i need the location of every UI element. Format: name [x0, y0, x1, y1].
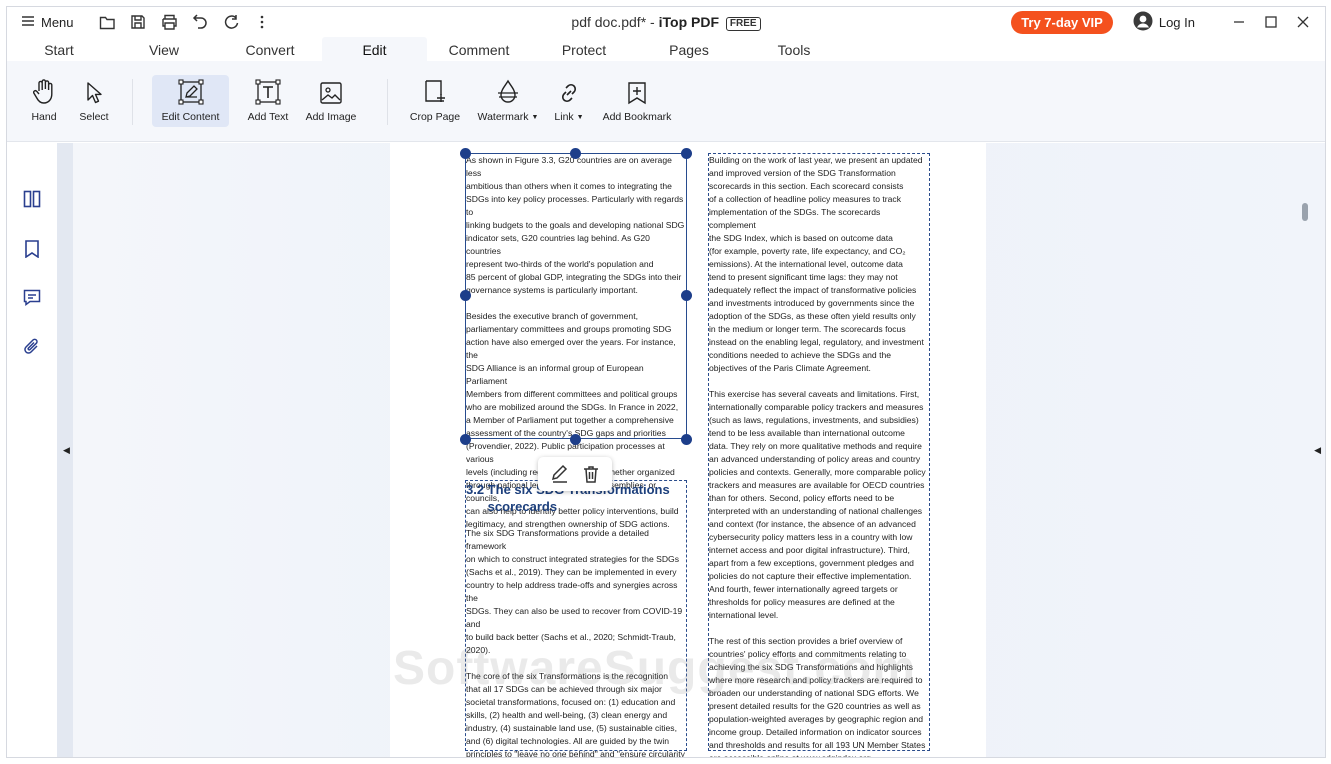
dropdown-caret-icon: ▼ — [576, 114, 584, 121]
add-bookmark-button[interactable]: Add Bookmark — [601, 75, 673, 127]
link-icon — [557, 75, 581, 105]
vertical-scrollbar[interactable] — [1302, 203, 1308, 221]
free-badge: FREE — [725, 17, 761, 31]
edit-ribbon: Hand Select Edit Content Add Text Add Im… — [7, 61, 1325, 142]
watermark-overlay: SoftwareSuggest.com — [393, 642, 917, 695]
resize-handle[interactable] — [460, 434, 471, 445]
attachment-icon[interactable] — [20, 335, 44, 359]
edit-content-icon — [177, 75, 204, 105]
text-block[interactable]: 3.2 The six SDG Transformations scorecar… — [465, 480, 687, 757]
tab-convert[interactable]: Convert — [235, 37, 305, 61]
thumbnails-icon[interactable] — [20, 187, 44, 211]
app-name: iTop PDF — [658, 14, 720, 30]
add-text-button[interactable]: Add Text — [237, 75, 299, 127]
add-text-icon — [255, 75, 281, 105]
add-image-label: Add Image — [305, 111, 357, 123]
dropdown-caret-icon: ▼ — [531, 114, 539, 121]
hand-tool-button[interactable]: Hand — [21, 75, 67, 127]
paragraph: This exercise has several caveats and li… — [709, 389, 926, 620]
watermark-label: Watermark ▼ — [478, 111, 539, 123]
crop-page-button[interactable]: Crop Page — [407, 75, 463, 127]
cursor-icon — [85, 75, 103, 105]
add-bookmark-label: Add Bookmark — [602, 111, 672, 123]
title-separator: - — [646, 14, 659, 30]
crop-icon — [423, 75, 447, 105]
tab-view[interactable]: View — [134, 37, 194, 61]
edit-content-button[interactable]: Edit Content — [152, 75, 229, 127]
resize-handle[interactable] — [681, 434, 692, 445]
tab-protect[interactable]: Protect — [554, 37, 614, 61]
ribbon-tabs: Start View Convert Edit Comment Protect … — [7, 37, 1325, 61]
image-icon — [319, 75, 343, 105]
paragraph: The six SDG Transformations provide a de… — [466, 528, 683, 655]
more-icon[interactable] — [247, 7, 278, 37]
select-label: Select — [79, 111, 109, 123]
resize-handle[interactable] — [681, 148, 692, 159]
maximize-button[interactable] — [1255, 7, 1287, 37]
paragraph: As shown in Figure 3.3, G20 countries ar… — [466, 155, 685, 295]
save-icon[interactable] — [123, 7, 154, 37]
ribbon-separator — [132, 79, 133, 125]
delete-trash-icon[interactable] — [581, 464, 601, 484]
resize-handle[interactable] — [570, 434, 581, 445]
undo-icon[interactable] — [185, 7, 216, 37]
tab-comment[interactable]: Comment — [444, 37, 514, 61]
watermark-icon — [496, 75, 520, 105]
menu-button[interactable]: Menu — [15, 7, 80, 37]
resize-handle[interactable] — [460, 148, 471, 159]
redo-icon[interactable] — [216, 7, 247, 37]
hand-label: Hand — [31, 111, 57, 123]
collapse-left-arrow-icon[interactable]: ◀ — [63, 445, 70, 456]
crop-page-label: Crop Page — [409, 111, 461, 123]
tab-pages[interactable]: Pages — [659, 37, 719, 61]
paragraph: Building on the work of last year, we pr… — [709, 155, 924, 373]
quick-access-toolbar: Menu — [15, 7, 278, 37]
bookmark-add-icon — [626, 75, 648, 105]
resize-handle[interactable] — [570, 148, 581, 159]
left-sidebar — [7, 143, 57, 757]
ribbon-separator — [387, 79, 388, 125]
comment-icon[interactable] — [20, 285, 44, 309]
doc-name: pdf doc.pdf* — [571, 14, 647, 30]
window-controls-area: Try 7-day VIP Log In — [1011, 7, 1319, 37]
watermark-button[interactable]: Watermark ▼ — [473, 75, 543, 127]
menu-icon — [21, 15, 35, 30]
collapse-right-arrow-icon[interactable]: ◀ — [1314, 445, 1321, 456]
close-button[interactable] — [1287, 7, 1319, 37]
link-label: Link ▼ — [554, 111, 583, 123]
menu-label: Menu — [41, 14, 74, 30]
title-bar: Menu pdf doc.pdf* - iTop PDF FREE Try 7-… — [7, 7, 1325, 37]
add-text-label: Add Text — [247, 111, 289, 123]
tab-tools[interactable]: Tools — [764, 37, 824, 61]
login-button[interactable]: Log In — [1133, 11, 1195, 34]
resize-handle[interactable] — [460, 290, 471, 301]
add-image-button[interactable]: Add Image — [303, 75, 359, 127]
resize-handle[interactable] — [681, 290, 692, 301]
minimize-button[interactable] — [1223, 7, 1255, 37]
tab-start[interactable]: Start — [29, 37, 89, 61]
app-window: Menu pdf doc.pdf* - iTop PDF FREE Try 7-… — [6, 6, 1326, 758]
bookmark-icon[interactable] — [20, 237, 44, 261]
edit-pencil-icon[interactable] — [550, 464, 570, 484]
document-canvas[interactable]: ◀ ◀ As shown in Figure 3.3, G20 countrie… — [57, 143, 1325, 757]
select-tool-button[interactable]: Select — [71, 75, 117, 127]
user-icon — [1133, 11, 1153, 34]
watermark-text: Watermark — [477, 111, 529, 123]
print-icon[interactable] — [154, 7, 185, 37]
open-folder-icon[interactable] — [92, 7, 123, 37]
link-button[interactable]: Link ▼ — [549, 75, 589, 127]
selected-text-block[interactable]: As shown in Figure 3.3, G20 countries ar… — [465, 153, 687, 529]
edit-content-label: Edit Content — [161, 111, 220, 123]
try-vip-button[interactable]: Try 7-day VIP — [1011, 10, 1113, 34]
block-floating-toolbar — [538, 457, 612, 491]
tab-edit[interactable]: Edit — [322, 37, 427, 61]
hand-icon — [33, 75, 55, 105]
login-label: Log In — [1158, 14, 1195, 30]
link-text: Link — [554, 111, 574, 123]
